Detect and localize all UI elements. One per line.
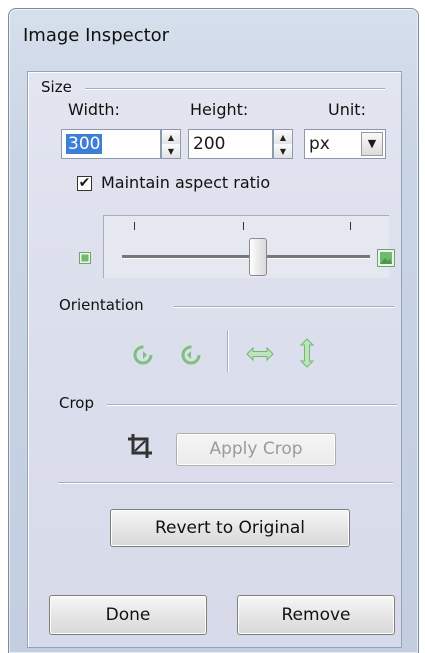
- width-increment-button[interactable]: ▲: [162, 130, 180, 145]
- done-button[interactable]: Done: [49, 595, 207, 635]
- height-decrement-button[interactable]: ▼: [274, 144, 292, 158]
- height-stepper[interactable]: ▲ ▼: [273, 129, 293, 159]
- height-increment-button[interactable]: ▲: [274, 130, 292, 145]
- scale-slider-container: [103, 215, 389, 278]
- slider-tick: [350, 222, 351, 230]
- small-image-icon[interactable]: [79, 252, 91, 264]
- orientation-separator: [174, 306, 394, 308]
- slider-thumb[interactable]: [249, 238, 268, 276]
- height-label: Height:: [190, 100, 249, 119]
- width-decrement-button[interactable]: ▼: [162, 144, 180, 158]
- actions-separator: [58, 482, 393, 484]
- height-field[interactable]: 200: [188, 129, 273, 159]
- inspector-panel: Size Width: Height: Unit: 300 ▲ ▼ 200 ▲ …: [27, 71, 402, 648]
- revert-to-original-button[interactable]: Revert to Original: [110, 509, 350, 547]
- apply-crop-button[interactable]: Apply Crop: [176, 433, 336, 466]
- flip-horizontal-icon[interactable]: [246, 346, 274, 362]
- slider-track[interactable]: [122, 255, 370, 259]
- chevron-down-icon[interactable]: ▼: [361, 132, 383, 156]
- slider-tick: [134, 222, 135, 230]
- height-value: 200: [193, 134, 226, 154]
- width-label: Width:: [68, 100, 120, 119]
- rotate-clockwise-icon[interactable]: [178, 342, 204, 368]
- large-image-icon[interactable]: [377, 249, 395, 267]
- size-section-label: Size: [41, 78, 72, 96]
- crop-separator: [107, 404, 397, 406]
- crop-section-label: Crop: [59, 394, 95, 412]
- image-inspector-window: Image Inspector Size Width: Height: Unit…: [8, 8, 419, 653]
- maintain-aspect-label[interactable]: Maintain aspect ratio: [101, 173, 270, 192]
- maintain-aspect-checkbox[interactable]: ✔: [77, 176, 92, 191]
- width-stepper[interactable]: ▲ ▼: [161, 129, 181, 159]
- rotate-counterclockwise-icon[interactable]: [130, 342, 156, 368]
- remove-button[interactable]: Remove: [237, 595, 395, 635]
- size-separator: [85, 88, 385, 90]
- width-value: 300: [66, 134, 103, 154]
- width-field[interactable]: 300: [61, 129, 161, 159]
- unit-label: Unit:: [328, 100, 366, 119]
- unit-select[interactable]: px ▼: [304, 129, 386, 159]
- checkmark-icon: ✔: [78, 175, 91, 191]
- orientation-divider: [227, 330, 229, 372]
- slider-tick: [243, 222, 244, 230]
- window-title: Image Inspector: [23, 25, 170, 46]
- crop-icon[interactable]: [126, 432, 154, 460]
- unit-value: px: [309, 134, 330, 154]
- flip-vertical-icon[interactable]: [299, 338, 315, 368]
- orientation-section-label: Orientation: [59, 296, 144, 314]
